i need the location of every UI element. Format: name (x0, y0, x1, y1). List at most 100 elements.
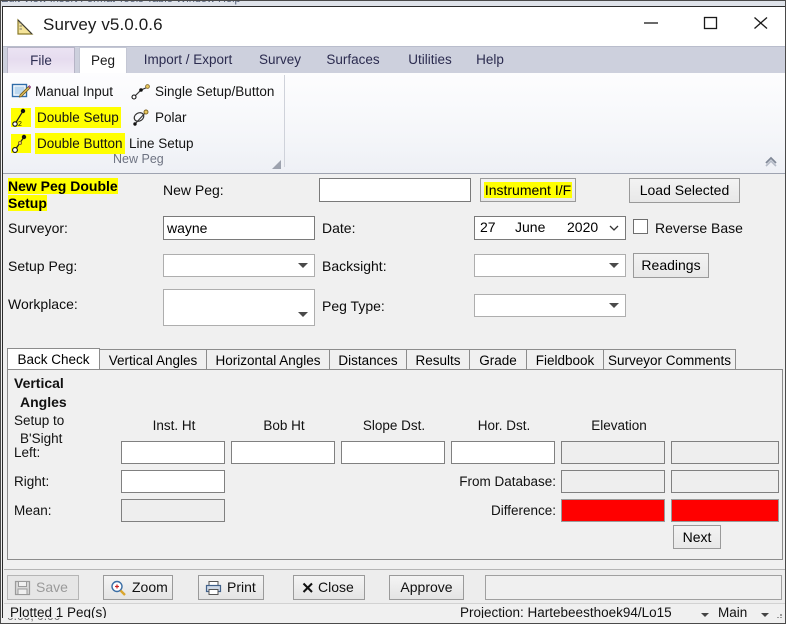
zoom-button[interactable]: Zoom (103, 575, 173, 600)
readings-button[interactable]: Readings (633, 253, 709, 278)
tab-results[interactable]: Results (406, 349, 470, 370)
printer-icon (205, 580, 222, 596)
bottom-ghost-text: 0.00, 0.00 (7, 618, 60, 623)
label-date: Date: (322, 220, 355, 236)
tab-vertical-angles[interactable]: Vertical Angles (99, 349, 207, 370)
ribbon-body: Manual Input 2 Double Setup (3, 73, 785, 174)
form-title-line2: Setup (8, 195, 47, 211)
tab-grade[interactable]: Grade (469, 349, 527, 370)
minimize-button[interactable] (629, 7, 674, 37)
next-button[interactable]: Next (673, 525, 721, 549)
row-label-from-database: From Database: (449, 474, 556, 489)
close-window-button[interactable] (739, 7, 784, 37)
ribbon-tab-file[interactable]: File (7, 47, 75, 73)
cell-from-db-elevation (671, 470, 779, 493)
maximize-button[interactable] (689, 7, 734, 37)
double-button-icon (11, 134, 31, 153)
double-setup-icon: 2 (11, 108, 31, 127)
reverse-base-checkbox[interactable] (633, 219, 648, 234)
new-peg-input[interactable] (319, 178, 471, 202)
column-header-inst-ht: Inst. Ht (119, 418, 229, 433)
chevron-down-icon (609, 303, 619, 308)
cell-from-db-hor-dst (561, 470, 665, 493)
bottom-toolbar: Save Zoom (4, 569, 786, 604)
message-field[interactable] (485, 575, 782, 600)
chevron-up-icon[interactable] (763, 154, 779, 170)
ribbon-tab-utilities[interactable]: Utilities (397, 47, 463, 73)
peg-form-panel: New Peg Double Setup New Peg: Instrument… (3, 174, 785, 340)
cell-left-angle[interactable] (121, 441, 225, 464)
manual-input-icon (11, 82, 31, 101)
setup-peg-combo[interactable] (163, 254, 315, 277)
date-year: 2020 (567, 219, 598, 235)
workplace-combo[interactable] (163, 289, 315, 326)
cell-hor-dst (561, 441, 665, 464)
close-button[interactable]: Close (293, 575, 365, 600)
surveyor-input[interactable] (163, 216, 315, 240)
close-x-icon (300, 580, 317, 596)
window-title: Survey v5.0.0.6 (43, 15, 163, 35)
cell-inst-ht[interactable] (231, 441, 335, 464)
scope-dropdown-caret[interactable] (761, 613, 769, 617)
detail-tab-control: Back Check Vertical Angles Horizontal An… (7, 348, 783, 560)
tab-horizontal-angles[interactable]: Horizontal Angles (206, 349, 330, 370)
tab-surveyor-comments[interactable]: Surveyor Comments (603, 349, 736, 370)
detail-tab-header: Back Check Vertical Angles Horizontal An… (7, 348, 783, 370)
tab-back-check[interactable]: Back Check (7, 348, 100, 370)
ribbon-tab-help[interactable]: Help (467, 47, 513, 73)
ribbon-tab-survey[interactable]: Survey (249, 47, 311, 73)
title-bar: Survey v5.0.0.6 (3, 7, 785, 46)
print-button[interactable]: Print (198, 575, 264, 600)
instrument-if-button[interactable]: Instrument I/F (480, 178, 576, 202)
peg-type-combo[interactable] (474, 294, 626, 317)
row-label-right: Right: (14, 474, 49, 489)
cell-slope-dst[interactable] (451, 441, 555, 464)
save-button-label: Save (36, 579, 68, 595)
polar-icon (131, 108, 151, 127)
row-label-difference: Difference: (449, 503, 556, 518)
label-reverse-base: Reverse Base (655, 220, 743, 236)
column-header-hor-dst: Hor. Dst. (449, 418, 559, 433)
survey-main-window: Survey v5.0.0.6 File Peg Import / Export… (2, 6, 786, 624)
date-picker[interactable]: 27 June 2020 (474, 216, 626, 240)
projection-dropdown-caret[interactable] (701, 613, 709, 617)
cell-right-angle[interactable] (121, 470, 225, 493)
column-header-elevation: Elevation (559, 418, 679, 433)
ruler-triangle-icon (15, 17, 35, 37)
date-day: 27 (480, 219, 496, 235)
back-check-tab-page: Vertical Angles Setup to B'Sight Inst. H… (7, 369, 783, 560)
row-label-left: Left: (14, 445, 40, 460)
close-button-label: Close (318, 579, 354, 595)
magnifier-plus-icon (110, 580, 127, 596)
chevron-down-icon[interactable] (608, 221, 620, 237)
ribbon-item-label: Line Setup (129, 133, 194, 154)
form-title: New Peg Double Setup (8, 178, 153, 212)
tab-distances[interactable]: Distances (329, 349, 407, 370)
tab-fieldbook[interactable]: Fieldbook (526, 349, 604, 370)
column-header-slope-dst: Slope Dst. (339, 418, 449, 433)
form-title-line1: New Peg Double (8, 178, 118, 194)
svg-text:2: 2 (18, 121, 22, 127)
save-button[interactable]: Save (7, 575, 79, 600)
label-surveyor: Surveyor: (8, 220, 68, 236)
grid-subheading-line2: B'Sight (20, 431, 62, 446)
ribbon-tab-peg[interactable]: Peg (79, 47, 127, 73)
chevron-down-icon (298, 263, 308, 268)
ribbon-item-label: Manual Input (35, 81, 113, 102)
cell-diff-hor-dst (561, 499, 665, 522)
label-peg-type: Peg Type: (322, 298, 385, 314)
approve-button[interactable]: Approve (389, 575, 464, 600)
label-new-peg: New Peg: (163, 182, 224, 198)
cell-bob-ht[interactable] (341, 441, 445, 464)
ribbon-tab-import-export[interactable]: Import / Export (129, 47, 247, 73)
grid-subheading-line1: Setup to (14, 413, 64, 428)
ribbon-group-label: New Peg (113, 152, 164, 166)
ribbon-dialog-launcher[interactable] (272, 156, 281, 165)
backsight-combo[interactable] (474, 254, 626, 277)
single-setup-icon (131, 82, 151, 101)
floppy-disk-icon (14, 580, 31, 596)
ribbon-tab-surfaces[interactable]: Surfaces (317, 47, 389, 73)
load-selected-button[interactable]: Load Selected (629, 178, 740, 203)
column-header-bob-ht: Bob Ht (229, 418, 339, 433)
application-window: Edit View Insert Format Tools Table Wind… (0, 0, 786, 624)
